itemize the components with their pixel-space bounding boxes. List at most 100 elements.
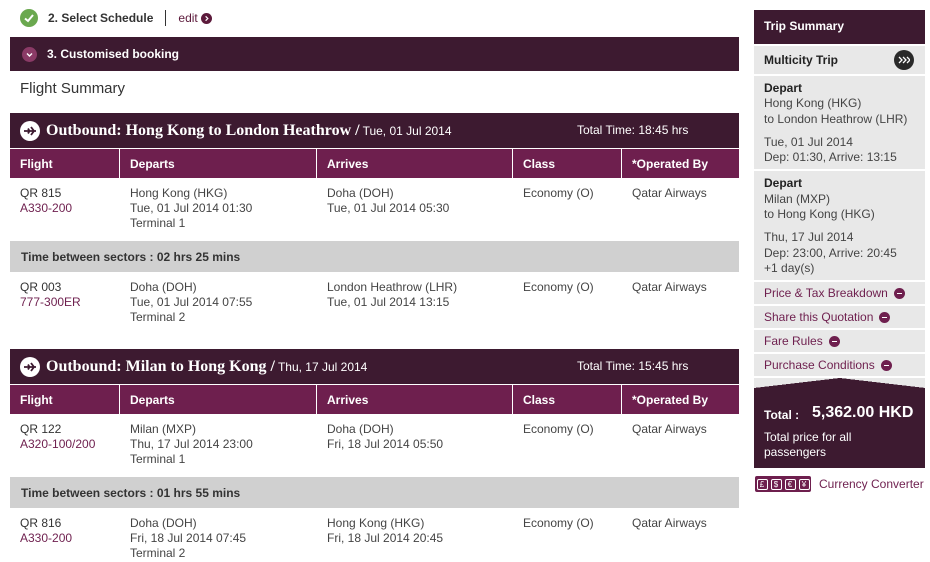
- table-header: Flight Departs Arrives Class *Operated B…: [10, 148, 739, 178]
- table-row: QR 816 A330-200 Doha (DOH) Fri, 18 Jul 201…: [10, 508, 739, 562]
- arrive-time: Fri, 18 Jul 2014 20:45: [327, 531, 444, 545]
- aircraft-link[interactable]: A330-200: [20, 531, 120, 546]
- depart-time: Tue, 01 Jul 2014 01:30: [130, 201, 253, 215]
- table-header: Flight Departs Arrives Class *Operated B…: [10, 384, 739, 414]
- link-label[interactable]: Share this Quotation: [764, 310, 873, 324]
- double-chevron-right-icon[interactable]: [894, 50, 914, 70]
- outbound-block: Outbound: Milan to Hong Kong / Thu, 17 J…: [10, 349, 739, 562]
- page-title: Flight Summary: [20, 80, 126, 97]
- outbound-header: Outbound: Hong Kong to London Heathrow /…: [10, 113, 739, 148]
- step-customised-booking[interactable]: 3. Customised booking: [10, 37, 739, 71]
- segment-extra: +1 day(s): [764, 260, 815, 275]
- outbound-block: Outbound: Hong Kong to London Heathrow /…: [10, 113, 739, 327]
- arrive-airport: Doha (DOH): [327, 422, 394, 436]
- aircraft-link[interactable]: 777-300ER: [20, 295, 120, 310]
- edit-label[interactable]: edit: [178, 11, 197, 25]
- table-row: QR 122 A320-100/200 Milan (MXP) Thu, 17 Ju…: [10, 414, 739, 477]
- outbound-date: Thu, 17 Jul 2014: [277, 359, 368, 374]
- flight-number: QR 122: [20, 422, 62, 436]
- pound-symbol: £: [756, 478, 768, 490]
- col-class: Class: [513, 385, 622, 414]
- depart-time: Tue, 01 Jul 2014 07:55: [130, 295, 253, 309]
- operator: Qatar Airways: [632, 516, 707, 530]
- link-label[interactable]: Purchase Conditions: [764, 358, 875, 372]
- outbound-date: Tue, 01 Jul 2014: [362, 123, 452, 138]
- cabin-class: Economy (O): [523, 280, 594, 294]
- depart-airport: Doha (DOH): [130, 280, 197, 294]
- trip-summary-panel: Trip Summary Multicity Trip Depart Hong …: [754, 10, 925, 469]
- plane-icon: [20, 356, 40, 377]
- yen-symbol: ¥: [798, 478, 810, 490]
- operator: Qatar Airways: [632, 280, 707, 294]
- total-time: Total Time: 18:45 hrs: [577, 123, 689, 137]
- price-tax-breakdown-link[interactable]: Price & Tax Breakdown: [754, 280, 925, 305]
- operator: Qatar Airways: [632, 422, 707, 436]
- col-flight: Flight: [10, 385, 120, 414]
- depart-terminal: Terminal 1: [130, 216, 186, 230]
- link-label[interactable]: Price & Tax Breakdown: [764, 286, 888, 300]
- depart-time: Thu, 17 Jul 2014 23:00: [130, 437, 253, 451]
- segment-date: Tue, 01 Jul 2014: [764, 134, 853, 149]
- check-icon: [20, 9, 38, 27]
- col-arrives: Arrives: [317, 149, 513, 178]
- col-operated-by: *Operated By: [632, 157, 709, 171]
- total-label: Total :: [764, 408, 800, 423]
- outbound-title: Outbound: Hong Kong to London Heathrow /: [46, 121, 360, 139]
- purchase-conditions-link[interactable]: Purchase Conditions: [754, 352, 925, 377]
- aircraft-link[interactable]: A330-200: [20, 201, 120, 216]
- depart-airport: Doha (DOH): [130, 516, 197, 530]
- trip-segment: Depart Milan (MXP) to Hong Kong (HKG) Th…: [754, 169, 925, 281]
- layover-bar: Time between sectors : 01 hrs 55 mins: [10, 477, 739, 508]
- currency-icon[interactable]: £ $ € ¥: [755, 476, 811, 492]
- total-note: Total price for all passengers: [764, 430, 852, 460]
- segment-heading: Depart: [764, 176, 803, 191]
- currency-converter[interactable]: £ $ € ¥ Currency Converter: [755, 476, 924, 492]
- notch-decoration: [754, 378, 925, 389]
- arrive-airport: London Heathrow (LHR): [327, 280, 458, 294]
- minus-icon: [828, 335, 840, 347]
- flight-number: QR 003: [20, 280, 62, 294]
- col-operated-by: *Operated By: [632, 393, 709, 407]
- trip-segment: Depart Hong Kong (HKG) to London Heathro…: [754, 74, 925, 170]
- segment-destination: to Hong Kong (HKG): [764, 207, 875, 222]
- fare-rules-link[interactable]: Fare Rules: [754, 328, 925, 353]
- total-amount: 5,362.00 HKD: [812, 404, 914, 422]
- cabin-class: Economy (O): [523, 422, 594, 436]
- segment-heading: Depart: [764, 81, 803, 95]
- chevron-down-icon: [22, 46, 37, 62]
- depart-terminal: Terminal 2: [130, 546, 186, 560]
- chevron-right-icon: [200, 12, 212, 24]
- col-departs: Departs: [120, 149, 317, 178]
- step-select-schedule: 2. Select Schedule edit: [20, 8, 212, 28]
- col-flight: Flight: [10, 149, 120, 178]
- outbound-header: Outbound: Milan to Hong Kong / Thu, 17 J…: [10, 349, 739, 384]
- outbound-title: Outbound: Milan to Hong Kong /: [46, 357, 275, 375]
- total-price-box: Total : 5,362.00 HKD Total price for all…: [754, 378, 925, 469]
- trip-summary-title: Trip Summary: [754, 10, 925, 44]
- share-quotation-link[interactable]: Share this Quotation: [754, 304, 925, 329]
- currency-converter-label[interactable]: Currency Converter: [819, 477, 924, 491]
- flight-number: QR 816: [20, 516, 62, 530]
- aircraft-link[interactable]: A320-100/200: [20, 437, 120, 452]
- segment-times: Dep: 23:00, Arrive: 20:45: [764, 245, 897, 260]
- arrive-airport: Hong Kong (HKG): [327, 516, 425, 530]
- step3-title: 3. Customised booking: [47, 47, 180, 61]
- segment-date: Thu, 17 Jul 2014: [764, 230, 854, 245]
- euro-symbol: €: [784, 478, 796, 490]
- minus-icon: [893, 287, 905, 299]
- col-arrives: Arrives: [317, 385, 513, 414]
- arrive-time: Tue, 01 Jul 2014 13:15: [327, 295, 450, 309]
- arrive-time: Tue, 01 Jul 2014 05:30: [327, 201, 450, 215]
- depart-airport: Hong Kong (HKG): [130, 186, 228, 200]
- edit-schedule-link[interactable]: edit: [178, 11, 212, 25]
- flight-number: QR 815: [20, 186, 62, 200]
- link-label[interactable]: Fare Rules: [764, 334, 823, 348]
- divider: [165, 10, 167, 26]
- step2-title: 2. Select Schedule: [48, 11, 154, 25]
- col-class: Class: [513, 149, 622, 178]
- minus-icon: [879, 311, 891, 323]
- depart-terminal: Terminal 2: [130, 310, 186, 324]
- depart-terminal: Terminal 1: [130, 452, 186, 466]
- minus-icon: [880, 359, 892, 371]
- segment-destination: to London Heathrow (LHR): [764, 111, 908, 126]
